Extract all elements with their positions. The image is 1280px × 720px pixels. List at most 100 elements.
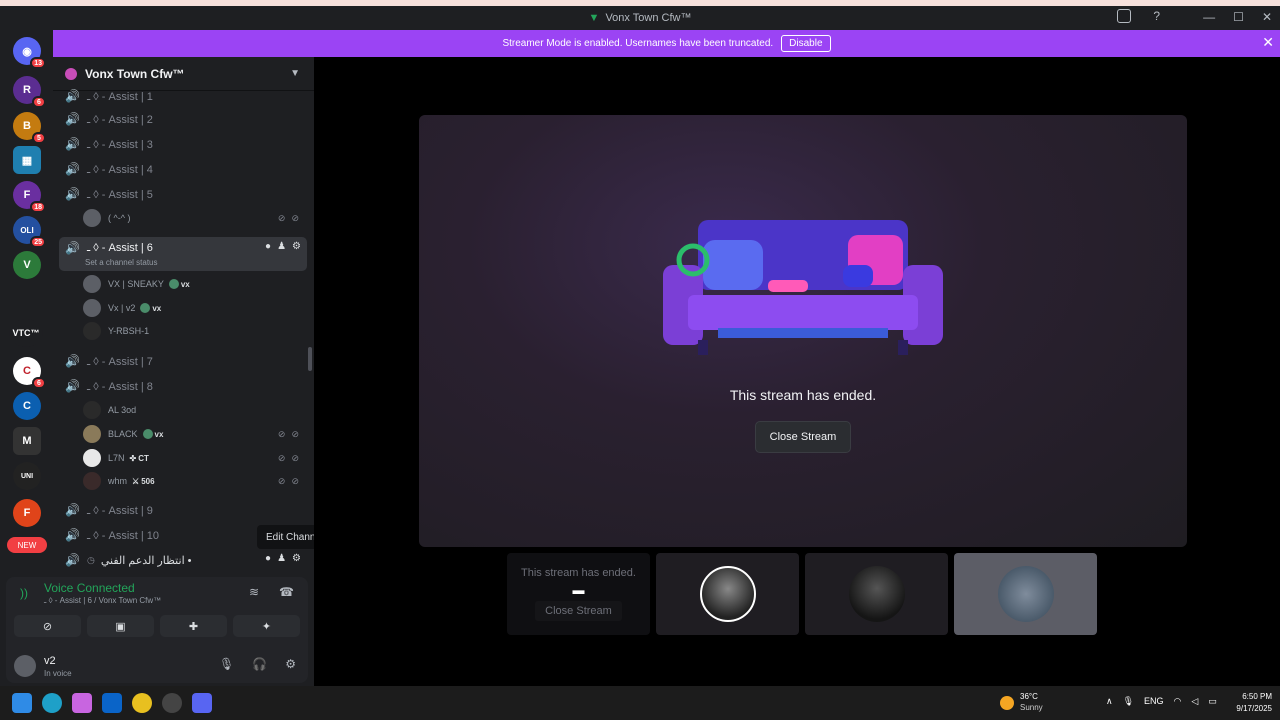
voice-user[interactable]: L7N ✜ CT ⊘ ⊘	[83, 447, 305, 469]
screen-share-button[interactable]: ▣	[87, 615, 154, 637]
user-name: BLACK	[108, 429, 138, 439]
user-tag: vx	[142, 429, 163, 439]
stream-ended-text: This stream has ended.	[729, 387, 877, 403]
chat-icon[interactable]: ●	[265, 241, 271, 252]
guild-oli[interactable]: OLI 25	[13, 216, 46, 248]
disconnect-icon[interactable]: ☎	[279, 585, 294, 599]
chrome-icon[interactable]	[132, 693, 152, 713]
edge-icon[interactable]	[42, 693, 62, 713]
avatar	[997, 566, 1054, 622]
banner-close-icon[interactable]: ✕	[1262, 34, 1274, 51]
deafened-icon: ⊘	[291, 475, 299, 486]
guild-f2[interactable]: F	[13, 499, 41, 527]
clock[interactable]: 6:50 PM 9/17/2025	[1236, 691, 1272, 715]
voice-channel[interactable]: 🔊 ـ ◊ - Assist | 7	[59, 350, 307, 372]
camera-button[interactable]: ⊘	[14, 615, 81, 637]
voice-user[interactable]: ( ^-^ ) ⊘ ⊘	[83, 207, 305, 229]
noise-suppression-icon[interactable]: ≋	[249, 585, 259, 599]
avatar	[83, 472, 101, 490]
invite-icon[interactable]: ♟	[277, 553, 286, 564]
minimize-button[interactable]: —	[1203, 10, 1215, 24]
server-name: Vonx Town Cfw™	[85, 66, 185, 81]
channel-status[interactable]: Set a channel status	[85, 258, 158, 267]
close-stream-button[interactable]: Close Stream	[755, 421, 851, 453]
voice-user[interactable]: Y-RBSH-1	[83, 320, 305, 342]
deafened-icon: ⊘	[291, 212, 299, 223]
avatar[interactable]	[14, 655, 36, 677]
user-name: Y-RBSH-1	[108, 326, 150, 336]
participant-tile[interactable]	[805, 553, 948, 635]
signal-icon[interactable]: ))	[20, 586, 28, 600]
new-badge[interactable]: NEW	[7, 537, 47, 553]
outlook-icon[interactable]	[102, 693, 122, 713]
voice-channel[interactable]: 🔊 ـ ◊ - Assist | 8	[59, 375, 307, 397]
voice-channel[interactable]: 🔊 ◷ انتظار الدعم الفني • ● ♟ ⚙	[59, 549, 307, 571]
tile-close-stream-button[interactable]: Close Stream	[535, 601, 622, 621]
voice-channel[interactable]: 🔊 ـ ◊ - Assist | 2	[59, 108, 307, 130]
guild-c2[interactable]: C	[13, 392, 41, 420]
participant-tile[interactable]	[656, 553, 799, 635]
inbox-icon[interactable]	[1117, 9, 1132, 23]
wifi-icon[interactable]: ◠	[1174, 696, 1182, 707]
channel-label: ـ ◊ - Assist | 6	[87, 242, 153, 254]
guild-r[interactable]: R6	[13, 76, 46, 108]
battery-icon[interactable]: ▭	[1208, 696, 1217, 707]
voice-user[interactable]: AL 3od	[83, 399, 305, 421]
stream-tile[interactable]: This stream has ended. ▬ Close Stream	[507, 553, 650, 635]
user-tag: vx	[168, 279, 190, 289]
voice-user[interactable]: VX | SNEAKY vx	[83, 273, 305, 295]
copilot-icon[interactable]	[72, 693, 92, 713]
voice-user[interactable]: Vx | v2 vx	[83, 297, 305, 319]
user-name: VX | SNEAKY	[108, 279, 164, 289]
mic-icon[interactable]: 🎙	[219, 657, 234, 671]
chat-icon[interactable]: ●	[265, 553, 271, 564]
gear-icon[interactable]: ⚙	[292, 553, 301, 564]
participant-tile-selected[interactable]	[954, 553, 1097, 635]
invite-icon[interactable]: ♟	[277, 241, 286, 252]
streamer-mode-banner: Streamer Mode is enabled. Usernames have…	[53, 30, 1280, 57]
disable-button[interactable]: Disable	[781, 35, 831, 52]
title-bar: ▼ Vonx Town Cfw™ ? — ☐ ✕	[0, 6, 1280, 30]
chevron-up-icon[interactable]: ∧	[1106, 696, 1113, 707]
guild-f[interactable]: F 18	[13, 181, 46, 213]
app-icon[interactable]	[162, 693, 182, 713]
soundboard-button[interactable]: ✦	[233, 615, 300, 637]
guild-blue[interactable]: ▦	[13, 146, 41, 174]
guild-b[interactable]: B5	[13, 112, 46, 144]
language-indicator[interactable]: ENG	[1144, 696, 1164, 707]
voice-channel-active[interactable]: 🔊 ـ ◊ - Assist | 6 Set a channel status …	[59, 237, 307, 271]
discord-home-icon: ◉	[22, 45, 32, 58]
voice-channel-path[interactable]: ـ ◊ - Assist | 6 / Vonx Town Cfw™	[44, 596, 161, 605]
help-icon[interactable]: ?	[1153, 9, 1160, 23]
user-area: v2 In voice 🎙 🎧 ⚙	[14, 653, 304, 679]
guild-u[interactable]: UNI	[13, 462, 41, 490]
volume-icon[interactable]: ◁	[1191, 696, 1198, 707]
guild-vtc[interactable]: VTC™	[9, 319, 43, 347]
voice-channel[interactable]: 🔊 ـ ◊ - Assist | 4	[59, 158, 307, 180]
voice-user[interactable]: BLACK vx ⊘ ⊘	[83, 423, 305, 445]
guild-m[interactable]: M	[13, 427, 41, 455]
gear-icon[interactable]: ⚙	[292, 241, 301, 252]
discord-icon[interactable]	[192, 693, 212, 713]
sword-icon: ⚔	[132, 476, 140, 486]
guild-v[interactable]: V	[13, 251, 41, 279]
user-tag: vx	[140, 303, 161, 313]
guild-c[interactable]: C6	[13, 357, 46, 389]
channel-scrollbar[interactable]	[308, 347, 312, 371]
voice-user[interactable]: whm ⚔ 506 ⊘ ⊘	[83, 470, 305, 492]
voice-channel[interactable]: 🔊 ـ ◊ - Assist | 5	[59, 183, 307, 205]
activities-button[interactable]: ✚	[160, 615, 227, 637]
voice-channel[interactable]: 🔊 ـ ◊ - Assist | 3	[59, 133, 307, 155]
voice-channel[interactable]: 🔊 ـ ◊ - Assist | 9	[59, 499, 307, 521]
maximize-button[interactable]: ☐	[1233, 10, 1244, 24]
channel-label: ـ ◊ - Assist | 2	[87, 113, 153, 126]
gear-icon[interactable]: ⚙	[285, 657, 296, 671]
tag-icon	[142, 429, 153, 439]
user-name: ( ^-^ )	[108, 213, 131, 223]
guild-home[interactable]: ◉ 13	[13, 37, 46, 69]
close-window-button[interactable]: ✕	[1262, 10, 1272, 24]
mic-icon[interactable]: 🎙	[1123, 696, 1134, 707]
voice-channel[interactable]: 🔊 ـ ◊ - Assist | 1	[59, 85, 307, 107]
windows-start-icon[interactable]	[12, 693, 32, 713]
headphones-icon[interactable]: 🎧	[252, 657, 267, 671]
